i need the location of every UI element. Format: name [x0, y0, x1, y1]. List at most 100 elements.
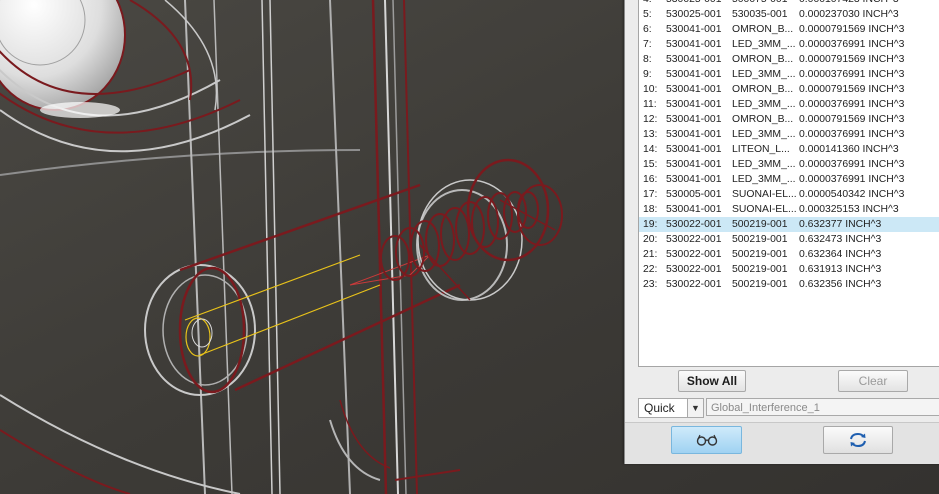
- part-b-cell: 530035-001: [732, 9, 788, 20]
- row-index: 5:: [643, 9, 652, 20]
- part-a-cell: 530025-001: [666, 9, 722, 20]
- part-a-cell: 530041-001: [666, 204, 722, 215]
- list-row[interactable]: 16: 530041-001 LED_3MM_... 0.0000376991 INC…: [639, 172, 939, 187]
- volume-cell: 0.0000376991 INCH^3: [799, 129, 905, 140]
- list-row[interactable]: 10: 530041-001 OMRON_B... 0.0000791569 INCH…: [639, 82, 939, 97]
- list-row[interactable]: 23: 530022-001 500219-001 0.632356 INCH^3: [639, 277, 939, 292]
- part-b-cell: OMRON_B...: [732, 54, 794, 65]
- row-index: 22:: [643, 264, 658, 275]
- row-index: 6:: [643, 24, 652, 35]
- volume-cell: 0.632356 INCH^3: [799, 279, 882, 290]
- part-b-cell: OMRON_B...: [732, 24, 794, 35]
- volume-cell: 0.0000791569 INCH^3: [799, 24, 905, 35]
- volume-cell: 0.0000540342 INCH^3: [799, 189, 905, 200]
- clear-button[interactable]: Clear: [838, 370, 908, 392]
- volume-cell: 0.631913 INCH^3: [799, 264, 882, 275]
- part-a-cell: 530022-001: [666, 219, 722, 230]
- list-row[interactable]: 17: 530005-001 SUONAI-EL... 0.0000540342 IN…: [639, 187, 939, 202]
- show-all-button[interactable]: Show All: [678, 370, 746, 392]
- part-b-cell: 500219-001: [732, 279, 788, 290]
- volume-cell: 0.000107423 INCH^3: [799, 0, 899, 7]
- part-b-cell: SUONAI-EL...: [732, 189, 797, 200]
- volume-cell: 0.000237030 INCH^3: [799, 9, 899, 20]
- part-a-cell: 530041-001: [666, 54, 722, 65]
- volume-cell: 0.0000376991 INCH^3: [799, 39, 905, 50]
- list-row[interactable]: 20: 530022-001 500219-001 0.632473 INCH^3: [639, 232, 939, 247]
- row-index: 14:: [643, 144, 658, 155]
- volume-cell: 0.000141360 INCH^3: [799, 144, 899, 155]
- list-row[interactable]: 7: 530041-001 LED_3MM_... 0.0000376991 INCH…: [639, 37, 939, 52]
- part-a-cell: 530041-001: [666, 159, 722, 170]
- row-index: 11:: [643, 99, 657, 110]
- part-a-cell: 530041-001: [666, 39, 722, 50]
- part-b-cell: OMRON_B...: [732, 114, 794, 125]
- list-row[interactable]: 5: 530025-001 530035-001 0.000237030 INCH^3: [639, 7, 939, 22]
- row-index: 10:: [643, 84, 658, 95]
- volume-cell: 0.0000376991 INCH^3: [799, 99, 905, 110]
- list-row[interactable]: 8: 530041-001 OMRON_B... 0.0000791569 INCH^…: [639, 52, 939, 67]
- preview-button[interactable]: [671, 426, 742, 454]
- row-index: 12:: [643, 114, 658, 125]
- part-b-cell: 500075-001: [732, 0, 787, 7]
- row-index: 17:: [643, 189, 658, 200]
- part-a-cell: 530022-001: [666, 249, 722, 260]
- part-a-cell: 530041-001: [666, 129, 722, 140]
- part-b-cell: LED_3MM_...: [732, 39, 796, 50]
- mode-dropdown[interactable]: Quick ▼: [638, 398, 704, 418]
- interference-list[interactable]: 4: 530025-001 500075-001 0.000107423 INCH^3…: [638, 0, 939, 367]
- part-b-cell: 500219-001: [732, 234, 788, 245]
- row-index: 8:: [643, 54, 652, 65]
- volume-cell: 0.000325153 INCH^3: [799, 204, 899, 215]
- list-row[interactable]: 13: 530041-001 LED_3MM_... 0.0000376991 INC…: [639, 127, 939, 142]
- row-index: 23:: [643, 279, 658, 290]
- part-b-cell: 500219-001: [732, 249, 788, 260]
- list-row[interactable]: 15: 530041-001 LED_3MM_... 0.0000376991 INC…: [639, 157, 939, 172]
- part-b-cell: LED_3MM_...: [732, 99, 796, 110]
- part-a-cell: 530041-001: [666, 99, 722, 110]
- volume-cell: 0.0000791569 INCH^3: [799, 114, 905, 125]
- list-row[interactable]: 4: 530025-001 500075-001 0.000107423 INCH^3: [639, 0, 939, 7]
- part-a-cell: 530041-001: [666, 114, 722, 125]
- volume-cell: 0.632473 INCH^3: [799, 234, 882, 245]
- part-b-cell: LED_3MM_...: [732, 69, 796, 80]
- volume-cell: 0.0000791569 INCH^3: [799, 54, 905, 65]
- list-row[interactable]: 14: 530041-001 LITEON_L... 0.000141360 INCH…: [639, 142, 939, 157]
- part-a-cell: 530041-001: [666, 69, 722, 80]
- part-a-cell: 530022-001: [666, 264, 722, 275]
- list-row[interactable]: 11: 530041-001 LED_3MM_... 0.0000376991 INC…: [639, 97, 939, 112]
- refresh-button[interactable]: [823, 426, 893, 454]
- volume-cell: 0.632377 INCH^3: [799, 219, 882, 230]
- part-b-cell: LED_3MM_...: [732, 129, 796, 140]
- part-a-cell: 530041-001: [666, 144, 722, 155]
- row-index: 9:: [643, 69, 652, 80]
- chevron-down-icon[interactable]: ▼: [687, 399, 703, 417]
- list-row[interactable]: 6: 530041-001 OMRON_B... 0.0000791569 INCH^…: [639, 22, 939, 37]
- volume-cell: 0.632364 INCH^3: [799, 249, 882, 260]
- glasses-icon: [696, 434, 717, 446]
- list-row[interactable]: 9: 530041-001 LED_3MM_... 0.0000376991 INCH…: [639, 67, 939, 82]
- part-a-cell: 530041-001: [666, 84, 722, 95]
- list-row[interactable]: 18: 530041-001 SUONAI-EL... 0.000325153 INC…: [639, 202, 939, 217]
- interference-panel: 4: 530025-001 500075-001 0.000107423 INCH^3…: [624, 0, 939, 464]
- part-b-cell: SUONAI-EL...: [732, 204, 797, 215]
- row-index: 18:: [643, 204, 658, 215]
- row-index: 7:: [643, 39, 652, 50]
- part-a-cell: 530041-001: [666, 24, 722, 35]
- row-index: 20:: [643, 234, 658, 245]
- part-a-cell: 530022-001: [666, 234, 722, 245]
- list-row[interactable]: 19: 530022-001 500219-001 0.632377 INCH^3: [639, 217, 939, 232]
- volume-cell: 0.0000791569 INCH^3: [799, 84, 905, 95]
- row-index: 21:: [643, 249, 658, 260]
- list-row[interactable]: 12: 530041-001 OMRON_B... 0.0000791569 INCH…: [639, 112, 939, 127]
- part-a-cell: 530022-001: [666, 279, 722, 290]
- part-b-cell: 500219-001: [732, 219, 788, 230]
- part-b-cell: OMRON_B...: [732, 84, 794, 95]
- part-b-cell: LITEON_L...: [732, 144, 790, 155]
- analysis-name-field[interactable]: Global_Interference_1: [706, 398, 939, 416]
- volume-cell: 0.0000376991 INCH^3: [799, 174, 905, 185]
- list-row[interactable]: 22: 530022-001 500219-001 0.631913 INCH^3: [639, 262, 939, 277]
- refresh-arrows-icon: [850, 432, 866, 448]
- row-index: 15:: [643, 159, 658, 170]
- row-index: 16:: [643, 174, 658, 185]
- list-row[interactable]: 21: 530022-001 500219-001 0.632364 INCH^3: [639, 247, 939, 262]
